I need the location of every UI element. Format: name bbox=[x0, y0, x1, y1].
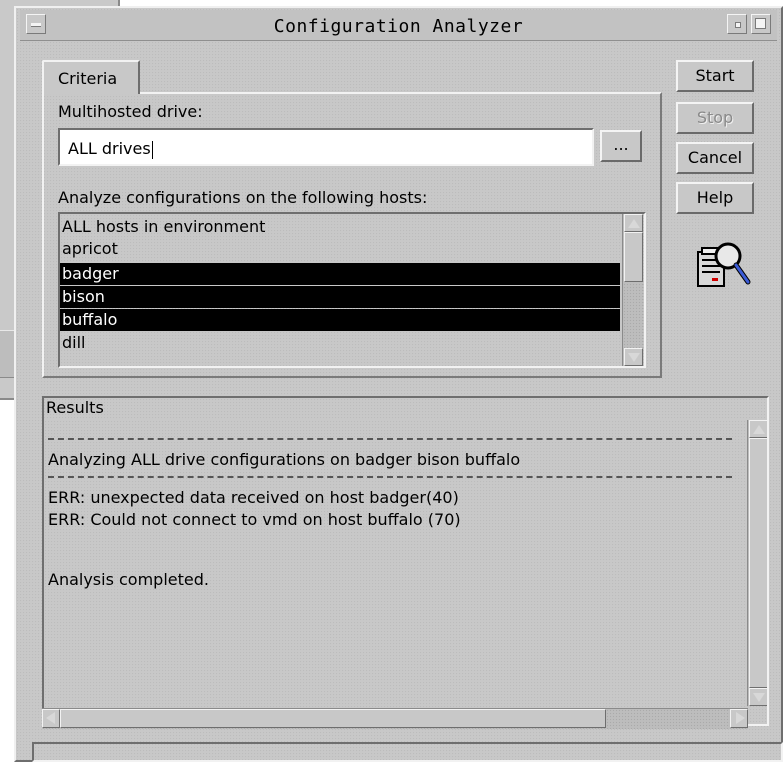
maximize-icon[interactable] bbox=[751, 14, 771, 34]
host-item-badger[interactable]: badger bbox=[60, 263, 620, 285]
tab-criteria[interactable]: Criteria bbox=[42, 60, 140, 94]
hosts-scrollbar[interactable] bbox=[622, 214, 643, 366]
status-bar bbox=[32, 742, 783, 762]
scroll-right-icon[interactable] bbox=[730, 709, 748, 728]
tab-criteria-label: Criteria bbox=[58, 69, 118, 88]
separator-line bbox=[48, 438, 732, 440]
result-line: ERR: Could not connect to vmd on host bu… bbox=[48, 510, 461, 529]
minimize-icon[interactable] bbox=[727, 14, 747, 34]
scroll-up-icon[interactable] bbox=[624, 214, 643, 232]
window-title: Configuration Analyzer bbox=[273, 16, 524, 37]
stop-button[interactable]: Stop bbox=[676, 102, 754, 134]
separator-line bbox=[48, 476, 732, 478]
hosts-label: Analyze configurations on the following … bbox=[58, 188, 428, 207]
result-line: Analysis completed. bbox=[48, 570, 209, 589]
configuration-analyzer-window: Configuration Analyzer Criteria Multihos… bbox=[14, 6, 783, 762]
multihosted-drive-input[interactable]: ALL drives bbox=[58, 128, 594, 166]
text-cursor-icon bbox=[151, 140, 153, 159]
cancel-button[interactable]: Cancel bbox=[676, 142, 754, 174]
help-button[interactable]: Help bbox=[676, 182, 754, 214]
host-item-dill[interactable]: dill bbox=[60, 332, 620, 354]
host-item-all[interactable]: ALL hosts in environment bbox=[60, 216, 620, 238]
host-item-buffalo[interactable]: buffalo bbox=[60, 309, 620, 331]
scroll-left-icon[interactable] bbox=[42, 709, 60, 728]
results-horizontal-scrollbar[interactable] bbox=[42, 708, 748, 729]
results-output[interactable]: Analyzing ALL drive configurations on ba… bbox=[42, 420, 769, 726]
title-bar[interactable]: Configuration Analyzer bbox=[20, 10, 777, 41]
scroll-down-icon[interactable] bbox=[624, 348, 643, 366]
multihosted-drive-value: ALL drives bbox=[68, 139, 151, 158]
hosts-scroll-thumb[interactable] bbox=[624, 232, 643, 282]
hosts-list[interactable]: ALL hosts in environment apricot badger … bbox=[58, 212, 646, 368]
host-item-apricot[interactable]: apricot bbox=[60, 238, 620, 260]
multihosted-drive-label: Multihosted drive: bbox=[58, 102, 203, 121]
results-hscroll-thumb[interactable] bbox=[60, 709, 606, 728]
result-line: Analyzing ALL drive configurations on ba… bbox=[48, 450, 521, 469]
start-button[interactable]: Start bbox=[676, 60, 754, 92]
browse-drive-button[interactable]: ... bbox=[600, 130, 642, 162]
result-line: ERR: unexpected data received on host ba… bbox=[48, 488, 459, 507]
scroll-up-icon[interactable] bbox=[749, 420, 767, 438]
results-label: Results bbox=[42, 396, 769, 420]
host-item-bison[interactable]: bison bbox=[60, 286, 620, 308]
results-vertical-scrollbar[interactable] bbox=[747, 420, 767, 706]
scroll-down-icon[interactable] bbox=[749, 688, 767, 706]
server-magnifier-icon bbox=[697, 242, 751, 287]
results-vscroll-thumb[interactable] bbox=[749, 438, 767, 688]
